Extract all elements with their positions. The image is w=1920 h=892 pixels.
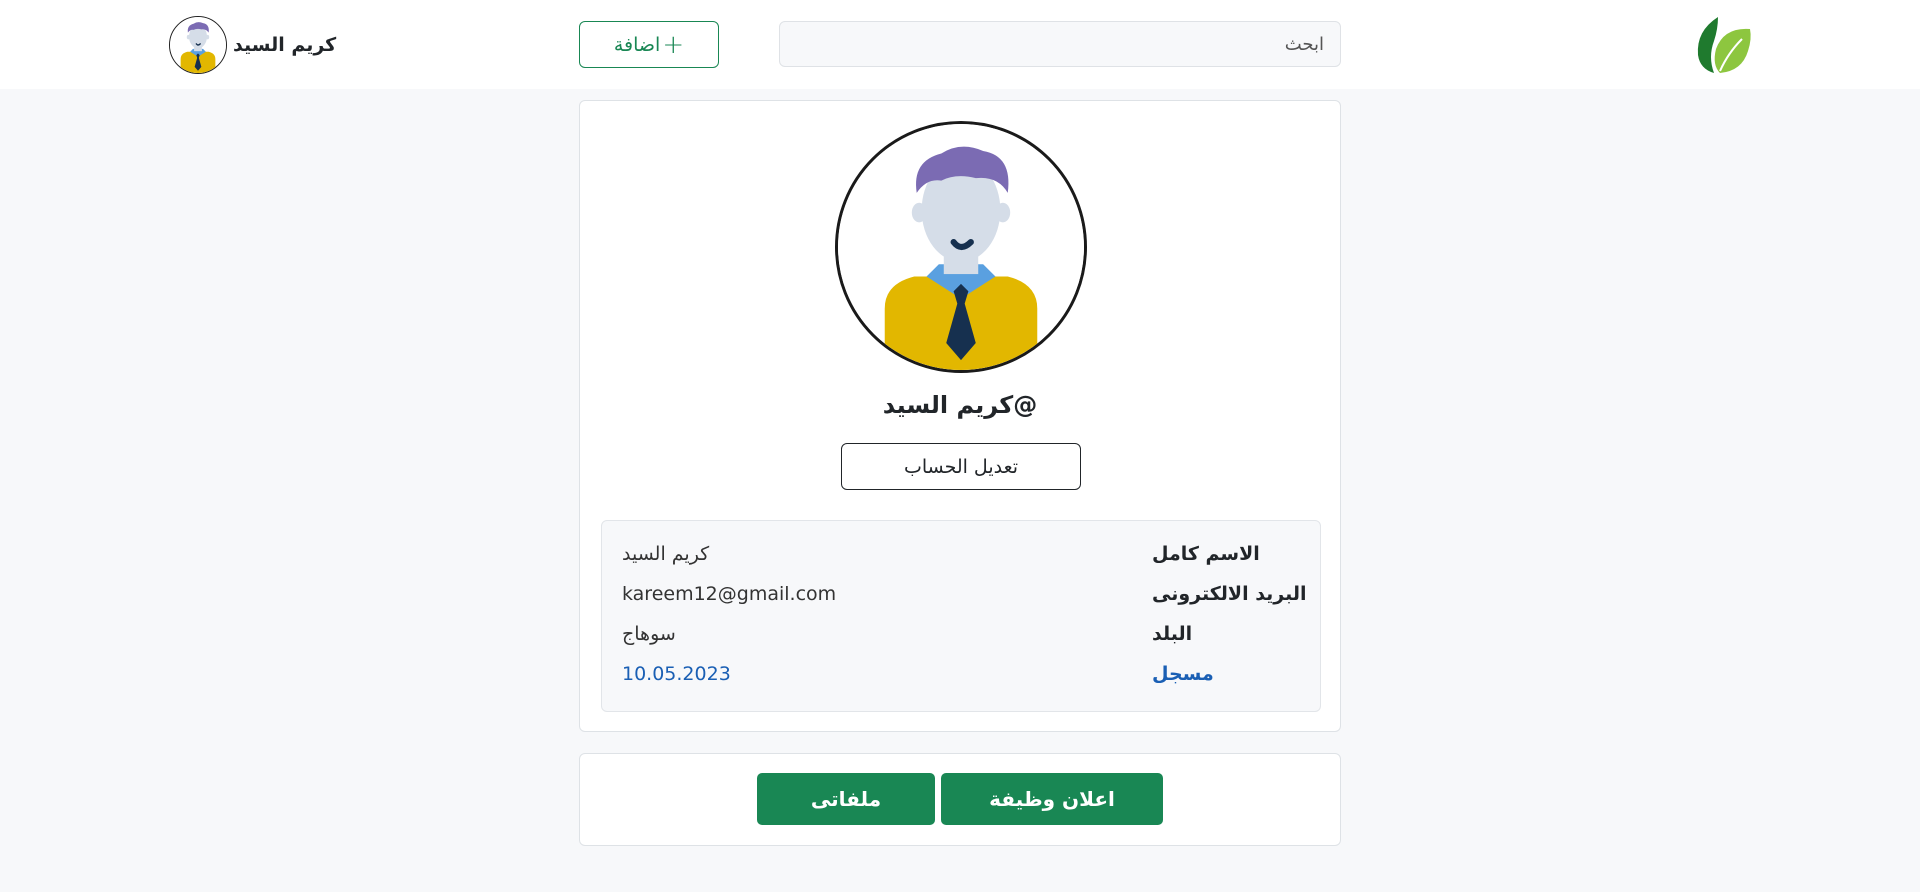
user-menu[interactable]: كريم السيد — [169, 15, 336, 75]
avatar — [169, 16, 227, 74]
post-job-button[interactable]: اعلان وظيفة — [941, 773, 1163, 825]
profile-card: @كريم السيد تعديل الحساب الاسم كامل كريم… — [579, 100, 1341, 732]
detail-label: مسجل — [1152, 663, 1214, 685]
detail-row-country: البلد سوهاج — [602, 623, 1320, 653]
detail-row-email: البريد الالكترونى kareem12@gmail.com — [602, 583, 1320, 613]
detail-row-full-name: الاسم كامل كريم السيد — [602, 543, 1320, 573]
detail-label: البلد — [1152, 623, 1193, 645]
edit-account-button[interactable]: تعديل الحساب — [841, 443, 1081, 490]
detail-value: سوهاج — [622, 623, 676, 645]
plus-icon: + — [662, 29, 685, 60]
detail-value: كريم السيد — [622, 543, 710, 565]
detail-value: kareem12@gmail.com — [622, 583, 837, 605]
detail-label: البريد الالكترونى — [1152, 583, 1307, 605]
profile-avatar — [835, 121, 1087, 373]
detail-label: الاسم كامل — [1152, 543, 1260, 565]
top-navbar: اضافة + كريم السيد — [0, 0, 1920, 89]
add-button-label: اضافة — [613, 33, 661, 56]
detail-row-registered: مسجل 10.05.2023 — [602, 663, 1320, 693]
leaf-logo-icon[interactable] — [1694, 13, 1752, 75]
add-button[interactable]: اضافة + — [579, 21, 719, 68]
profile-details: الاسم كامل كريم السيد البريد الالكترونى … — [601, 520, 1321, 712]
detail-value: 10.05.2023 — [622, 663, 731, 685]
my-files-button[interactable]: ملفاتى — [757, 773, 935, 825]
search-input[interactable] — [779, 21, 1341, 67]
profile-handle: @كريم السيد — [882, 391, 1038, 419]
actions-card: اعلان وظيفة ملفاتى — [579, 753, 1341, 846]
user-name: كريم السيد — [233, 34, 337, 56]
